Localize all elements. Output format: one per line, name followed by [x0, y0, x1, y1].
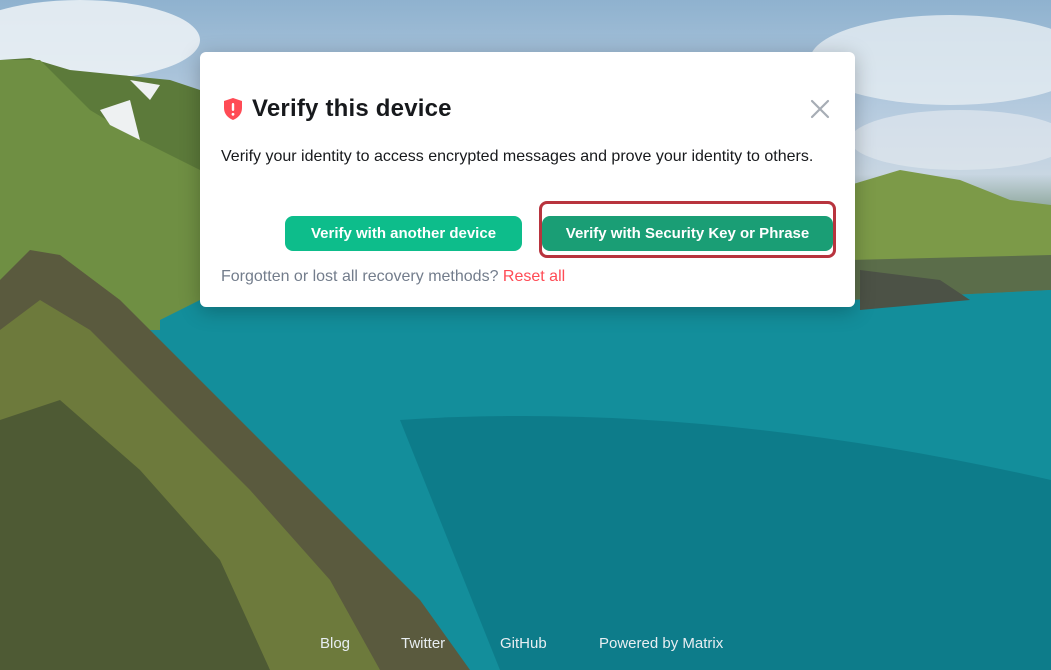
footer-links: Blog Twitter GitHub Powered by Matrix	[0, 635, 1051, 655]
powered-by-matrix-link[interactable]: Powered by Matrix	[599, 635, 723, 652]
dialog-title: Verify this device	[252, 95, 452, 122]
verify-security-key-button[interactable]: Verify with Security Key or Phrase	[542, 216, 833, 251]
forgot-text: Forgotten or lost all recovery methods?	[221, 268, 499, 285]
recovery-prompt: Forgotten or lost all recovery methods? …	[221, 268, 565, 286]
twitter-link[interactable]: Twitter	[401, 635, 445, 652]
blog-link[interactable]: Blog	[320, 635, 350, 652]
github-link[interactable]: GitHub	[500, 635, 547, 652]
verify-device-dialog: Verify this device Verify your identity …	[200, 52, 855, 307]
shield-warning-icon	[222, 97, 244, 121]
close-icon[interactable]	[809, 98, 831, 120]
dialog-header: Verify this device	[222, 94, 452, 124]
verify-another-device-button[interactable]: Verify with another device	[285, 216, 522, 251]
reset-all-link[interactable]: Reset all	[503, 268, 565, 285]
dialog-description: Verify your identity to access encrypted…	[221, 148, 814, 165]
